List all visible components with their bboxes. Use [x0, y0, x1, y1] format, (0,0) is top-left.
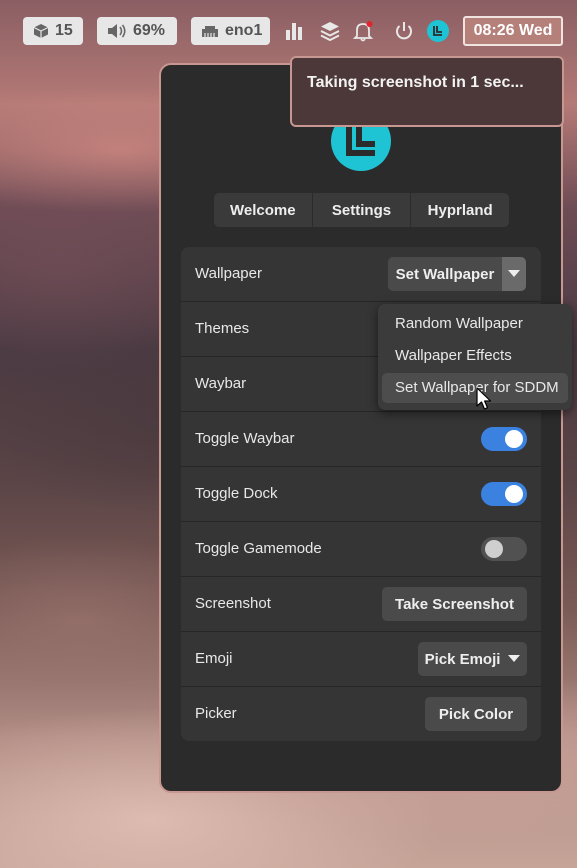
- chevron-down-icon: [508, 655, 521, 662]
- list-row-toggle-gamemode: Toggle Gamemode: [181, 522, 541, 577]
- mouse-cursor-icon: [476, 387, 494, 416]
- app-logo-icon[interactable]: [427, 20, 449, 42]
- toggle-dock-label: Toggle Dock: [195, 485, 278, 502]
- set-wallpaper-button[interactable]: Set Wallpaper: [388, 266, 502, 283]
- tab-hyprland[interactable]: Hyprland: [411, 193, 509, 227]
- notification-text: Taking screenshot in 1 sec...: [307, 74, 524, 91]
- pick-emoji-button[interactable]: Pick Emoji: [418, 642, 527, 676]
- list-row-picker: Picker Pick Color: [181, 687, 541, 741]
- tab-bar: Welcome Settings Hyprland: [214, 193, 509, 227]
- workspaces-widget[interactable]: 15: [23, 17, 83, 45]
- bar-chart-icon[interactable]: [283, 20, 305, 42]
- wallpaper-dropdown-toggle[interactable]: [502, 257, 526, 291]
- network-widget[interactable]: eno1: [191, 17, 270, 45]
- switch-knob: [485, 540, 503, 558]
- screenshot-label: Screenshot: [195, 595, 271, 612]
- list-row-toggle-dock: Toggle Dock: [181, 467, 541, 522]
- notification-toast[interactable]: Taking screenshot in 1 sec...: [290, 56, 564, 127]
- welcome-window: Welcome Settings Hyprland Wallpaper Set …: [159, 63, 563, 793]
- chevron-down-icon: [508, 270, 520, 277]
- tab-settings[interactable]: Settings: [313, 193, 412, 227]
- menu-item-random-wallpaper[interactable]: Random Wallpaper: [382, 309, 568, 339]
- network-interface: eno1: [225, 22, 263, 39]
- take-screenshot-button[interactable]: Take Screenshot: [382, 587, 527, 621]
- menu-item-set-wallpaper-sddm[interactable]: Set Wallpaper for SDDM: [382, 373, 568, 403]
- toggle-gamemode-switch[interactable]: [481, 537, 527, 561]
- volume-widget[interactable]: 69%: [97, 17, 177, 45]
- tab-welcome[interactable]: Welcome: [214, 193, 313, 227]
- pick-emoji-label: Pick Emoji: [424, 650, 501, 668]
- clock[interactable]: 08:26 Wed: [463, 16, 563, 46]
- toggle-waybar-label: Toggle Waybar: [195, 430, 295, 447]
- bell-icon[interactable]: [352, 20, 374, 42]
- wallpaper-dropdown-menu: Random Wallpaper Wallpaper Effects Set W…: [378, 304, 572, 410]
- ethernet-icon: [201, 24, 219, 38]
- speaker-icon: [107, 23, 127, 39]
- set-wallpaper-split-button: Set Wallpaper: [388, 257, 526, 291]
- themes-label: Themes: [195, 320, 250, 337]
- picker-label: Picker: [195, 705, 237, 722]
- toggle-dock-switch[interactable]: [481, 482, 527, 506]
- list-row-emoji: Emoji Pick Emoji: [181, 632, 541, 687]
- list-row-wallpaper: Wallpaper Set Wallpaper: [181, 247, 541, 302]
- top-bar: 15 69% eno1 08:26 Wed: [0, 0, 577, 62]
- workspaces-count: 15: [55, 22, 73, 39]
- volume-level: 69%: [133, 22, 166, 39]
- wallpaper-label: Wallpaper: [195, 265, 262, 282]
- package-icon: [33, 23, 49, 39]
- switch-knob: [505, 430, 523, 448]
- list-row-screenshot: Screenshot Take Screenshot: [181, 577, 541, 632]
- toggle-waybar-switch[interactable]: [481, 427, 527, 451]
- power-icon[interactable]: [393, 20, 415, 42]
- toggle-gamemode-label: Toggle Gamemode: [195, 540, 322, 557]
- waybar-label: Waybar: [195, 375, 247, 392]
- list-row-toggle-waybar: Toggle Waybar: [181, 412, 541, 467]
- switch-knob: [505, 485, 523, 503]
- menu-item-wallpaper-effects[interactable]: Wallpaper Effects: [382, 341, 568, 371]
- pick-color-button[interactable]: Pick Color: [425, 697, 527, 731]
- emoji-label: Emoji: [195, 650, 233, 667]
- layers-icon[interactable]: [319, 20, 341, 42]
